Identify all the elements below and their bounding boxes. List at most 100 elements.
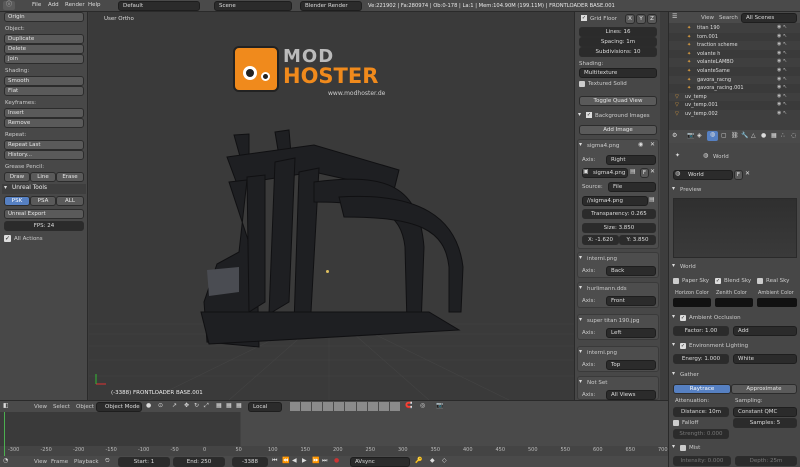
outliner-row[interactable]: ▽ uv_temp.002 ◉ ↖	[669, 110, 800, 119]
texture-tab-icon[interactable]: ▦	[771, 132, 777, 140]
outliner-row[interactable]: ✦ gavora_racing.001 ◉ ↖	[669, 84, 800, 93]
transparency-slider[interactable]: Transparency: 0.265	[582, 209, 656, 219]
checkbox-empty-icon[interactable]	[680, 445, 686, 451]
viewport-shading-icon[interactable]: ●	[146, 402, 151, 410]
object-tab-icon[interactable]: ▢	[721, 132, 727, 140]
remove-keyframe-button[interactable]: Remove	[4, 118, 84, 128]
mode-select[interactable]: Object Mode	[96, 402, 142, 412]
sync-select[interactable]: AVsync	[350, 457, 410, 467]
preview-range-icon[interactable]: ⏲	[105, 457, 110, 465]
outliner-row[interactable]: ✦ volanteLAMBO ◉ ↖	[669, 58, 800, 67]
end-frame-field[interactable]: End: 250	[173, 457, 225, 467]
layer-button[interactable]	[378, 402, 389, 411]
collapse-triangle-icon[interactable]: ▾	[579, 254, 582, 262]
timeline-frame-menu[interactable]: Frame	[51, 459, 68, 465]
layer2-icon[interactable]: ▦	[226, 402, 232, 410]
render-preview-icon[interactable]: 📷	[436, 402, 443, 410]
falloff-checkbox[interactable]: Falloff	[673, 419, 729, 427]
menu-help[interactable]: Help	[88, 2, 101, 8]
timeline[interactable]: -300 -250 -200 -150 -100 -50 0 50 100 150 200 250 30…	[0, 412, 668, 456]
repeat-last-button[interactable]: Repeat Last	[4, 140, 84, 150]
flat-button[interactable]: Flat	[4, 86, 84, 96]
sampling-select[interactable]: Constant QMC	[733, 407, 797, 417]
approximate-button[interactable]: Approximate	[731, 384, 797, 394]
paper-sky-checkbox[interactable]: Paper Sky	[673, 277, 713, 285]
visibility-eye-icon[interactable]: ◉ ↖	[777, 76, 787, 82]
axis-select[interactable]: Top	[606, 360, 656, 370]
scene-tab-icon[interactable]: ◈	[697, 132, 702, 140]
collapse-triangle-icon[interactable]: ▾	[579, 141, 582, 149]
collapse-triangle-icon[interactable]: ▾	[579, 284, 582, 292]
size-field[interactable]: Size: 3.850	[582, 223, 656, 233]
menu-render[interactable]: Render	[65, 2, 85, 8]
visibility-eye-icon[interactable]: ◉ ↖	[777, 58, 787, 64]
outliner-editor-icon[interactable]: ☰	[672, 13, 677, 21]
properties-editor-icon[interactable]: ⚙	[672, 132, 677, 140]
axis-select[interactable]: Front	[606, 296, 656, 306]
env-energy-field[interactable]: Energy: 1.000	[673, 354, 729, 364]
eye-icon[interactable]: ◉	[638, 141, 643, 149]
view-menu[interactable]: View	[34, 404, 47, 410]
file-browse-icon[interactable]: ▤	[649, 196, 655, 204]
outliner-row[interactable]: ▽ uv_temp.001 ◉ ↖	[669, 101, 800, 110]
layers-grid[interactable]	[290, 402, 400, 411]
bg-images-check-icon[interactable]: ✓	[586, 112, 592, 118]
pin-icon[interactable]: ✦	[675, 152, 680, 160]
visibility-eye-icon[interactable]: ◉ ↖	[777, 33, 787, 39]
insert-keyframe-button[interactable]: Insert	[4, 108, 84, 118]
strength-field[interactable]: Strength: 0.000	[673, 429, 729, 439]
unreal-export-button[interactable]: Unreal Export	[4, 209, 84, 219]
layer-button[interactable]	[356, 402, 367, 411]
unreal-tools-header[interactable]: ▾ Unreal Tools	[2, 184, 86, 194]
axis-x-toggle[interactable]: X	[625, 14, 635, 24]
grid-floor-check-icon[interactable]: ✓	[581, 15, 587, 21]
proportional-icon[interactable]: ◎	[420, 402, 425, 410]
render-engine-select[interactable]: Blender Render	[300, 1, 362, 11]
3d-cursor-icon[interactable]	[326, 270, 329, 273]
manipulator-icon[interactable]: ↗	[172, 402, 177, 410]
grid-lines-field[interactable]: Lines: 16	[579, 27, 657, 37]
visibility-eye-icon[interactable]: ◉ ↖	[777, 101, 787, 107]
mist-intensity-field[interactable]: Intensity: 0.000	[673, 456, 731, 466]
snap-icon[interactable]: 🧲	[405, 402, 412, 410]
ao-factor-field[interactable]: Factor: 1.00	[673, 326, 729, 336]
y-offset-field[interactable]: Y: 3.850	[619, 235, 656, 245]
next-keyframe-icon[interactable]: ⏩	[312, 457, 319, 465]
layer-button[interactable]	[290, 402, 301, 411]
layer-button[interactable]	[345, 402, 356, 411]
image-fuser-button[interactable]: F	[640, 168, 649, 178]
outliner-row[interactable]: ✦ gavora_racng ◉ ↖	[669, 75, 800, 85]
particles-tab-icon[interactable]: ∴	[781, 132, 785, 140]
distance-field[interactable]: Distance: 10m	[673, 407, 729, 417]
unlink-icon[interactable]: ✕	[650, 168, 655, 176]
axis-y-toggle[interactable]: Y	[636, 14, 646, 24]
keying-set-icon[interactable]: 🔑	[415, 457, 422, 465]
add-image-button[interactable]: Add Image	[579, 125, 657, 135]
folder-icon[interactable]: ▤	[630, 168, 636, 176]
timeline-scrub-area[interactable]	[0, 412, 668, 446]
collapse-triangle-icon[interactable]: ▾	[579, 316, 582, 324]
grid-spacing-field[interactable]: Spacing: 1m	[579, 37, 657, 47]
preview-header[interactable]: ▾ Preview	[671, 185, 799, 195]
layer-button[interactable]	[389, 402, 400, 411]
env-lighting-header[interactable]: ▾ ✓ Environment Lighting	[671, 341, 799, 351]
visibility-eye-icon[interactable]: ◉ ↖	[777, 41, 787, 47]
grease-draw-button[interactable]: Draw	[4, 172, 30, 182]
visibility-eye-icon[interactable]: ◉ ↖	[777, 84, 787, 90]
real-sky-checkbox[interactable]: Real Sky	[757, 277, 797, 285]
jump-start-icon[interactable]: ⏮	[272, 457, 277, 465]
outliner-row[interactable]: ✦ tom.001 ◉ ↖	[669, 32, 800, 42]
gather-header[interactable]: ▾ Gather	[671, 370, 799, 380]
outliner-row[interactable]: ✦ traction scheme ◉ ↖	[669, 41, 800, 50]
play-reverse-icon[interactable]: ◀	[292, 457, 297, 465]
menu-file[interactable]: File	[32, 2, 41, 8]
delete-key-icon[interactable]: ◇	[442, 457, 447, 465]
close-icon[interactable]: ✕	[650, 141, 655, 149]
history-button[interactable]: History...	[4, 150, 84, 160]
fps-field[interactable]: FPS: 24	[4, 221, 84, 231]
outliner-view-menu[interactable]: View	[701, 15, 714, 21]
visibility-eye-icon[interactable]: ◉ ↖	[777, 24, 787, 30]
checkbox-check-icon[interactable]: ✓	[680, 343, 686, 349]
source-select[interactable]: File	[608, 182, 656, 192]
transform-orientation-select[interactable]: Local	[248, 402, 282, 412]
